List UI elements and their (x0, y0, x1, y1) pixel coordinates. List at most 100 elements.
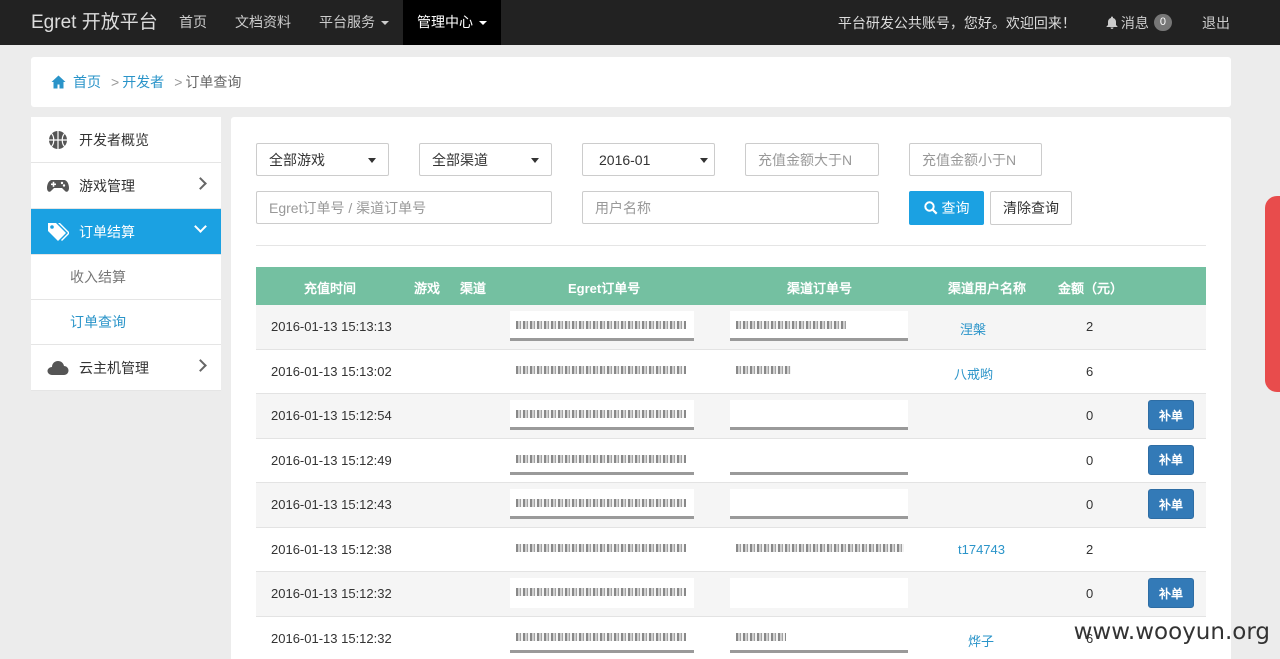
cell-amount: 0 (1086, 408, 1094, 423)
redacted-egret-order (510, 311, 694, 341)
redacted-channel-order (730, 622, 908, 653)
search-button[interactable]: 查询 (909, 191, 984, 225)
redacted-egret-order (510, 355, 694, 386)
fill-order-button[interactable]: 补单 (1148, 400, 1194, 430)
header-amount: 金额（元） (1058, 281, 1124, 296)
month-select-value: 2016-01 (599, 151, 651, 168)
redacted-channel-order (730, 311, 908, 341)
cell-time: 2016-01-13 15:13:13 (271, 319, 392, 334)
sidebar-item-label: 开发者概览 (79, 131, 149, 148)
chevron-right-icon (194, 359, 207, 372)
header-channel-username: 渠道用户名称 (948, 281, 1027, 296)
redacted-channel-order (730, 578, 908, 608)
order-number-input[interactable]: Egret订单号 / 渠道订单号 (256, 191, 552, 224)
clear-query-button[interactable]: 清除查询 (990, 191, 1072, 225)
channel-select[interactable]: 全部渠道 (419, 143, 552, 176)
sidebar-item-cloud-host[interactable]: 云主机管理 (31, 345, 221, 391)
sidebar-subitem-order-query[interactable]: 订单查询 (31, 300, 221, 345)
sidebar: 开发者概览 游戏管理 订单结算 收入结算 订单查询 云主机管理 (31, 117, 221, 391)
cell-amount: 2 (1086, 541, 1094, 557)
chevron-down-icon (194, 220, 207, 233)
redacted-channel-order (730, 400, 908, 430)
floating-feedback-tab[interactable] (1265, 196, 1280, 392)
redacted-channel-order (730, 489, 908, 519)
breadcrumb-developer[interactable]: 开发者 (122, 72, 164, 92)
sidebar-item-label: 游戏管理 (79, 177, 135, 194)
breadcrumb-home[interactable]: 首页 (73, 72, 101, 92)
amount-max-input[interactable]: 充值金额小于N (909, 143, 1042, 176)
main-panel: 全部游戏 全部渠道 2016-01 充值金额大于N 充值金额小于N Egret订… (231, 117, 1231, 659)
cell-amount: 6 (1086, 363, 1094, 379)
cloud-icon (47, 357, 69, 379)
header-game: 游戏 (414, 281, 441, 296)
gamepad-icon (47, 175, 69, 197)
nav-admin-center[interactable]: 管理中心 (403, 0, 501, 45)
month-select[interactable]: 2016-01 (582, 143, 715, 176)
table-row: 2016-01-13 15:12:54 0 补单 (256, 394, 1206, 439)
watermark: www.wooyun.org (1073, 619, 1270, 645)
sidebar-subitem-label: 收入结算 (70, 269, 126, 285)
caret-down-icon (700, 158, 708, 163)
caret-down-icon (381, 20, 389, 25)
fill-order-button[interactable]: 补单 (1148, 578, 1194, 608)
nav-docs[interactable]: 文档资料 (221, 0, 305, 45)
cell-time: 2016-01-13 15:12:38 (271, 541, 392, 557)
fill-order-button[interactable]: 补单 (1148, 489, 1194, 519)
messages-badge: 0 (1153, 14, 1172, 31)
header-egret-order: Egret订单号 (568, 281, 641, 296)
cell-username[interactable]: t174743 (958, 542, 1005, 557)
cell-amount: 0 (1086, 497, 1094, 512)
breadcrumb-current: 订单查询 (185, 74, 242, 90)
channel-select-value: 全部渠道 (432, 151, 488, 168)
tags-icon (47, 221, 69, 243)
cell-time: 2016-01-13 15:12:49 (271, 452, 392, 468)
messages-link[interactable]: 消息 0 (1106, 13, 1202, 33)
username-input[interactable]: 用户名称 (582, 191, 879, 224)
game-select-value: 全部游戏 (269, 151, 325, 168)
breadcrumb-separator: > (174, 74, 183, 90)
clear-query-label: 清除查询 (1003, 200, 1059, 216)
nav-docs-label: 文档资料 (235, 14, 291, 30)
breadcrumb-separator: > (111, 74, 120, 90)
logout-link[interactable]: 退出 (1202, 13, 1280, 33)
sidebar-subitem-income-settlement[interactable]: 收入结算 (31, 255, 221, 300)
table-header: 充值时间 游戏 渠道 Egret订单号 渠道订单号 渠道用户名称 金额（元） (256, 267, 1206, 305)
fill-order-button[interactable]: 补单 (1148, 444, 1194, 475)
chevron-right-icon (194, 177, 207, 190)
cell-time: 2016-01-13 15:12:32 (271, 630, 392, 646)
sidebar-subitem-label: 订单查询 (70, 314, 126, 330)
table-row: 2016-01-13 15:13:02 八戒哟 6 (256, 350, 1206, 394)
redacted-channel-order (730, 444, 908, 475)
nav-home[interactable]: 首页 (165, 0, 221, 45)
cell-time: 2016-01-13 15:12:54 (271, 408, 392, 423)
basketball-icon (47, 129, 69, 151)
cell-username[interactable]: 涅槃 (960, 319, 986, 338)
game-select[interactable]: 全部游戏 (256, 143, 389, 176)
brand-logo[interactable]: Egret 开放平台 (0, 0, 165, 45)
welcome-text: 平台研发公共账号，您好。欢迎回来！ (837, 14, 1076, 31)
header-channel: 渠道 (460, 281, 487, 296)
sidebar-item-game-management[interactable]: 游戏管理 (31, 163, 221, 209)
header-channel-order: 渠道订单号 (787, 281, 853, 296)
sidebar-item-developer-overview[interactable]: 开发者概览 (31, 117, 221, 163)
table-row: 2016-01-13 15:12:43 0 补单 (256, 483, 1206, 528)
nav-services[interactable]: 平台服务 (305, 0, 403, 45)
divider (256, 245, 1206, 246)
search-icon (923, 201, 937, 215)
cell-username[interactable]: 烨子 (968, 631, 994, 650)
amount-min-input[interactable]: 充值金额大于N (745, 143, 879, 176)
table-row: 2016-01-13 15:12:32 0 补单 (256, 572, 1206, 617)
redacted-egret-order (510, 622, 694, 653)
table-row: 2016-01-13 15:12:49 0 补单 (256, 439, 1206, 483)
redacted-channel-order (730, 355, 908, 386)
navbar-right: 平台研发公共账号，您好。欢迎回来！ 消息 0 退出 (838, 0, 1280, 45)
table-row: 2016-01-13 15:12:38 t174743 2 (256, 528, 1206, 572)
table-row: 2016-01-13 15:12:32 烨子 6 (256, 617, 1206, 659)
cell-amount: 0 (1086, 452, 1094, 468)
cell-time: 2016-01-13 15:12:32 (271, 586, 392, 601)
top-navbar: Egret 开放平台 首页 文档资料 平台服务 管理中心 平台研发公共账号，您好… (0, 0, 1280, 45)
cell-amount: 2 (1086, 319, 1094, 334)
redacted-egret-order (510, 489, 694, 519)
cell-username[interactable]: 八戒哟 (954, 364, 993, 383)
sidebar-item-order-settlement[interactable]: 订单结算 (31, 209, 221, 255)
